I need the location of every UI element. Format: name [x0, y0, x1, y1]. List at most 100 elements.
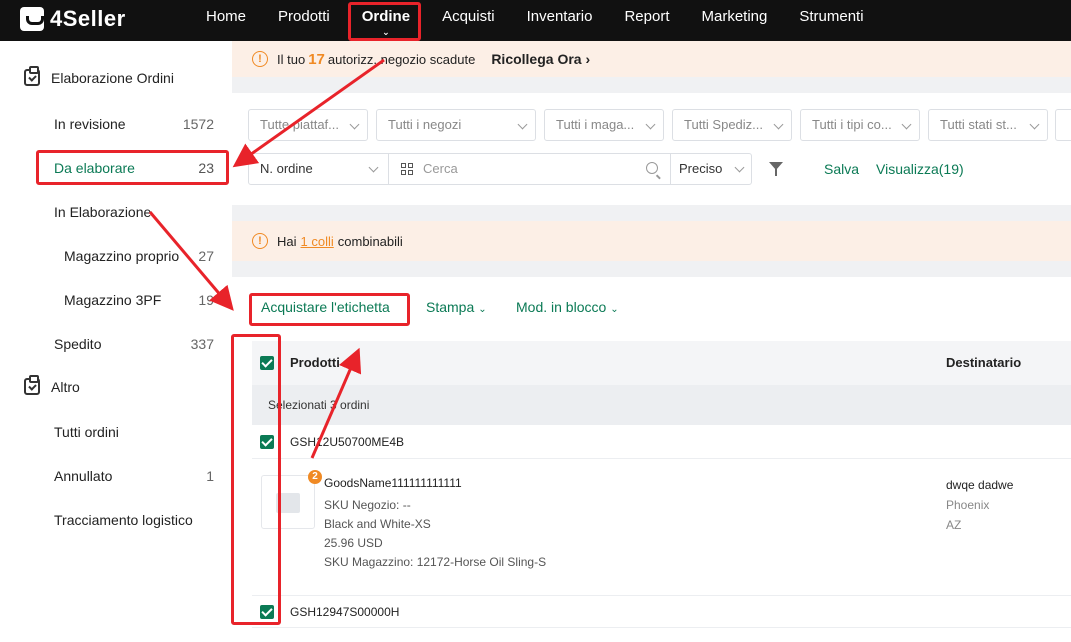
bulk-edit-dropdown[interactable]: Mod. in blocco ⌄	[516, 299, 619, 315]
store-select-value: Tutti i negozi	[388, 117, 462, 132]
search-icon[interactable]	[646, 162, 658, 174]
nav-item-prodotti[interactable]: Prodotti	[262, 0, 346, 41]
status-select-value: Tutti stati st...	[940, 117, 1017, 132]
nav-item-inventario[interactable]: Inventario	[511, 0, 609, 41]
platform-select-value: Tutte piattaf...	[260, 117, 340, 132]
search-placeholder: Cerca	[423, 161, 458, 176]
recipient-city: Phoenix	[946, 498, 990, 512]
sidebar-item-label: Tutti ordini	[54, 424, 119, 440]
column-products: Prodotti	[290, 355, 340, 370]
sidebar-item-tracciamento[interactable]: Tracciamento logistico	[54, 512, 214, 528]
main-nav: Home Prodotti Ordine ⌄ Acquisti Inventar…	[190, 0, 880, 41]
platform-select[interactable]: Tutte piattaf...	[248, 109, 368, 141]
logo-bag-icon	[20, 7, 44, 31]
chevron-down-icon	[773, 119, 784, 130]
match-mode-select[interactable]: Preciso	[671, 154, 753, 184]
annotation-box-ordine	[348, 2, 421, 41]
product-sku-store: SKU Negozio: --	[324, 498, 411, 512]
sidebar: Elaborazione Ordini In revisione 1572 Da…	[0, 41, 232, 642]
annotation-box-checkboxes	[231, 334, 281, 625]
chevron-down-icon	[734, 162, 745, 173]
product-variant: Black and White-XS	[324, 517, 431, 531]
app-logo[interactable]: 4Seller	[20, 6, 126, 32]
chevron-down-icon: ⌄	[610, 304, 619, 315]
sidebar-item-count: 1572	[182, 116, 214, 132]
scan-icon	[401, 163, 413, 175]
sidebar-group-altro[interactable]: Altro	[24, 375, 80, 395]
sidebar-item-magazzino-3pf[interactable]: Magazzino 3PF 19	[64, 292, 214, 308]
sidebar-item-in-revisione[interactable]: In revisione 1572	[54, 116, 214, 132]
reconnect-link-label: Ricollega Ora	[491, 51, 582, 67]
status-select[interactable]: Tutti stati st...	[928, 109, 1048, 141]
nav-item-report[interactable]: Report	[608, 0, 685, 41]
orders-table-card: Acquistare l'etichetta Stampa ⌄ Mod. in b…	[232, 277, 1071, 642]
type-select-value: Tutti i tipi co...	[812, 117, 892, 132]
chevron-down-icon	[368, 162, 379, 173]
nav-item-marketing[interactable]: Marketing	[686, 0, 784, 41]
sidebar-group-label: Elaborazione Ordini	[51, 69, 174, 86]
sidebar-group-orders[interactable]: Elaborazione Ordini	[24, 66, 174, 86]
quantity-badge: 2	[308, 470, 322, 484]
clipboard-icon	[24, 66, 40, 86]
order-id[interactable]: GSH12947S00000H	[290, 605, 399, 619]
print-dropdown-label: Stampa	[426, 299, 475, 315]
row-divider	[252, 458, 1071, 459]
logo-text: 4Seller	[50, 6, 126, 31]
sidebar-item-tutti-ordini[interactable]: Tutti ordini	[54, 424, 214, 440]
chevron-down-icon: ⌄	[478, 304, 487, 315]
column-recipient: Destinatario	[946, 355, 1022, 370]
recipient-state: AZ	[946, 518, 962, 532]
print-dropdown[interactable]: Stampa ⌄	[426, 299, 487, 315]
combinable-suffix: combinabili	[337, 233, 403, 249]
alert-count: 17	[308, 50, 325, 68]
combinable-alert: ! Hai 1 colli combinabili	[232, 221, 1071, 261]
sidebar-item-label: Annullato	[54, 468, 113, 484]
chevron-down-icon	[1029, 119, 1040, 130]
view-button[interactable]: Visualizza(19)	[876, 161, 964, 177]
chevron-right-icon: ›	[585, 51, 591, 67]
store-select[interactable]: Tutti i negozi	[376, 109, 536, 141]
annotation-box-da-elaborare	[36, 150, 229, 185]
search-input[interactable]: Cerca	[389, 154, 671, 184]
store-auth-alert: ! Il tuo 17 autorizz. negozio scadute Ri…	[232, 41, 1071, 77]
search-field-value: N. ordine	[260, 161, 313, 176]
order-id[interactable]: GSH12U50700ME4B	[290, 435, 404, 449]
nav-item-home[interactable]: Home	[190, 0, 262, 41]
sidebar-group-label: Altro	[51, 378, 80, 395]
type-select[interactable]: Tutti i tipi co...	[800, 109, 920, 141]
search-field-select[interactable]: N. ordine	[249, 154, 389, 184]
warning-icon: !	[252, 51, 268, 67]
recipient-name: dwqe dadwe	[946, 478, 1014, 492]
sidebar-item-magazzino-proprio[interactable]: Magazzino proprio 27	[64, 248, 214, 264]
sidebar-item-label: Magazzino proprio	[64, 248, 180, 264]
sidebar-item-count: 337	[190, 336, 214, 352]
top-nav-bar: 4Seller Home Prodotti Ordine ⌄ Acquisti …	[0, 0, 1071, 41]
save-button[interactable]: Salva	[824, 161, 859, 177]
chevron-down-icon	[517, 119, 528, 130]
product-name[interactable]: GoodsName111111111111	[324, 476, 462, 490]
sidebar-item-in-elaborazione[interactable]: In Elaborazione	[54, 204, 214, 220]
filter-icon[interactable]	[769, 162, 783, 176]
product-sku-warehouse: SKU Magazzino: 12172-Horse Oil Sling-S	[324, 555, 547, 569]
warehouse-select[interactable]: Tutti i maga...	[544, 109, 664, 141]
reconnect-link[interactable]: Ricollega Ora ›	[491, 51, 590, 67]
product-price: 25.96 USD	[324, 536, 383, 550]
row-divider	[252, 627, 1071, 628]
order-search-combo: N. ordine Cerca Preciso	[248, 153, 752, 185]
warning-icon: !	[252, 233, 268, 249]
sidebar-item-label: In Elaborazione	[54, 204, 152, 220]
chevron-down-icon	[349, 119, 360, 130]
chevron-down-icon	[645, 119, 656, 130]
sidebar-item-label: Tracciamento logistico	[54, 512, 193, 528]
sidebar-item-label: Spedito	[54, 336, 102, 352]
sidebar-item-spedito[interactable]: Spedito 337	[54, 336, 214, 352]
clipboard-icon	[24, 375, 40, 395]
combinable-link[interactable]: 1 colli	[301, 234, 334, 249]
annotation-box-buy-label	[249, 293, 410, 326]
more-select[interactable]	[1055, 109, 1071, 141]
sidebar-item-label: In revisione	[54, 116, 126, 132]
shipping-select[interactable]: Tutti Spediz...	[672, 109, 792, 141]
nav-item-strumenti[interactable]: Strumenti	[783, 0, 879, 41]
nav-item-acquisti[interactable]: Acquisti	[426, 0, 511, 41]
sidebar-item-annullato[interactable]: Annullato 1	[54, 468, 214, 484]
